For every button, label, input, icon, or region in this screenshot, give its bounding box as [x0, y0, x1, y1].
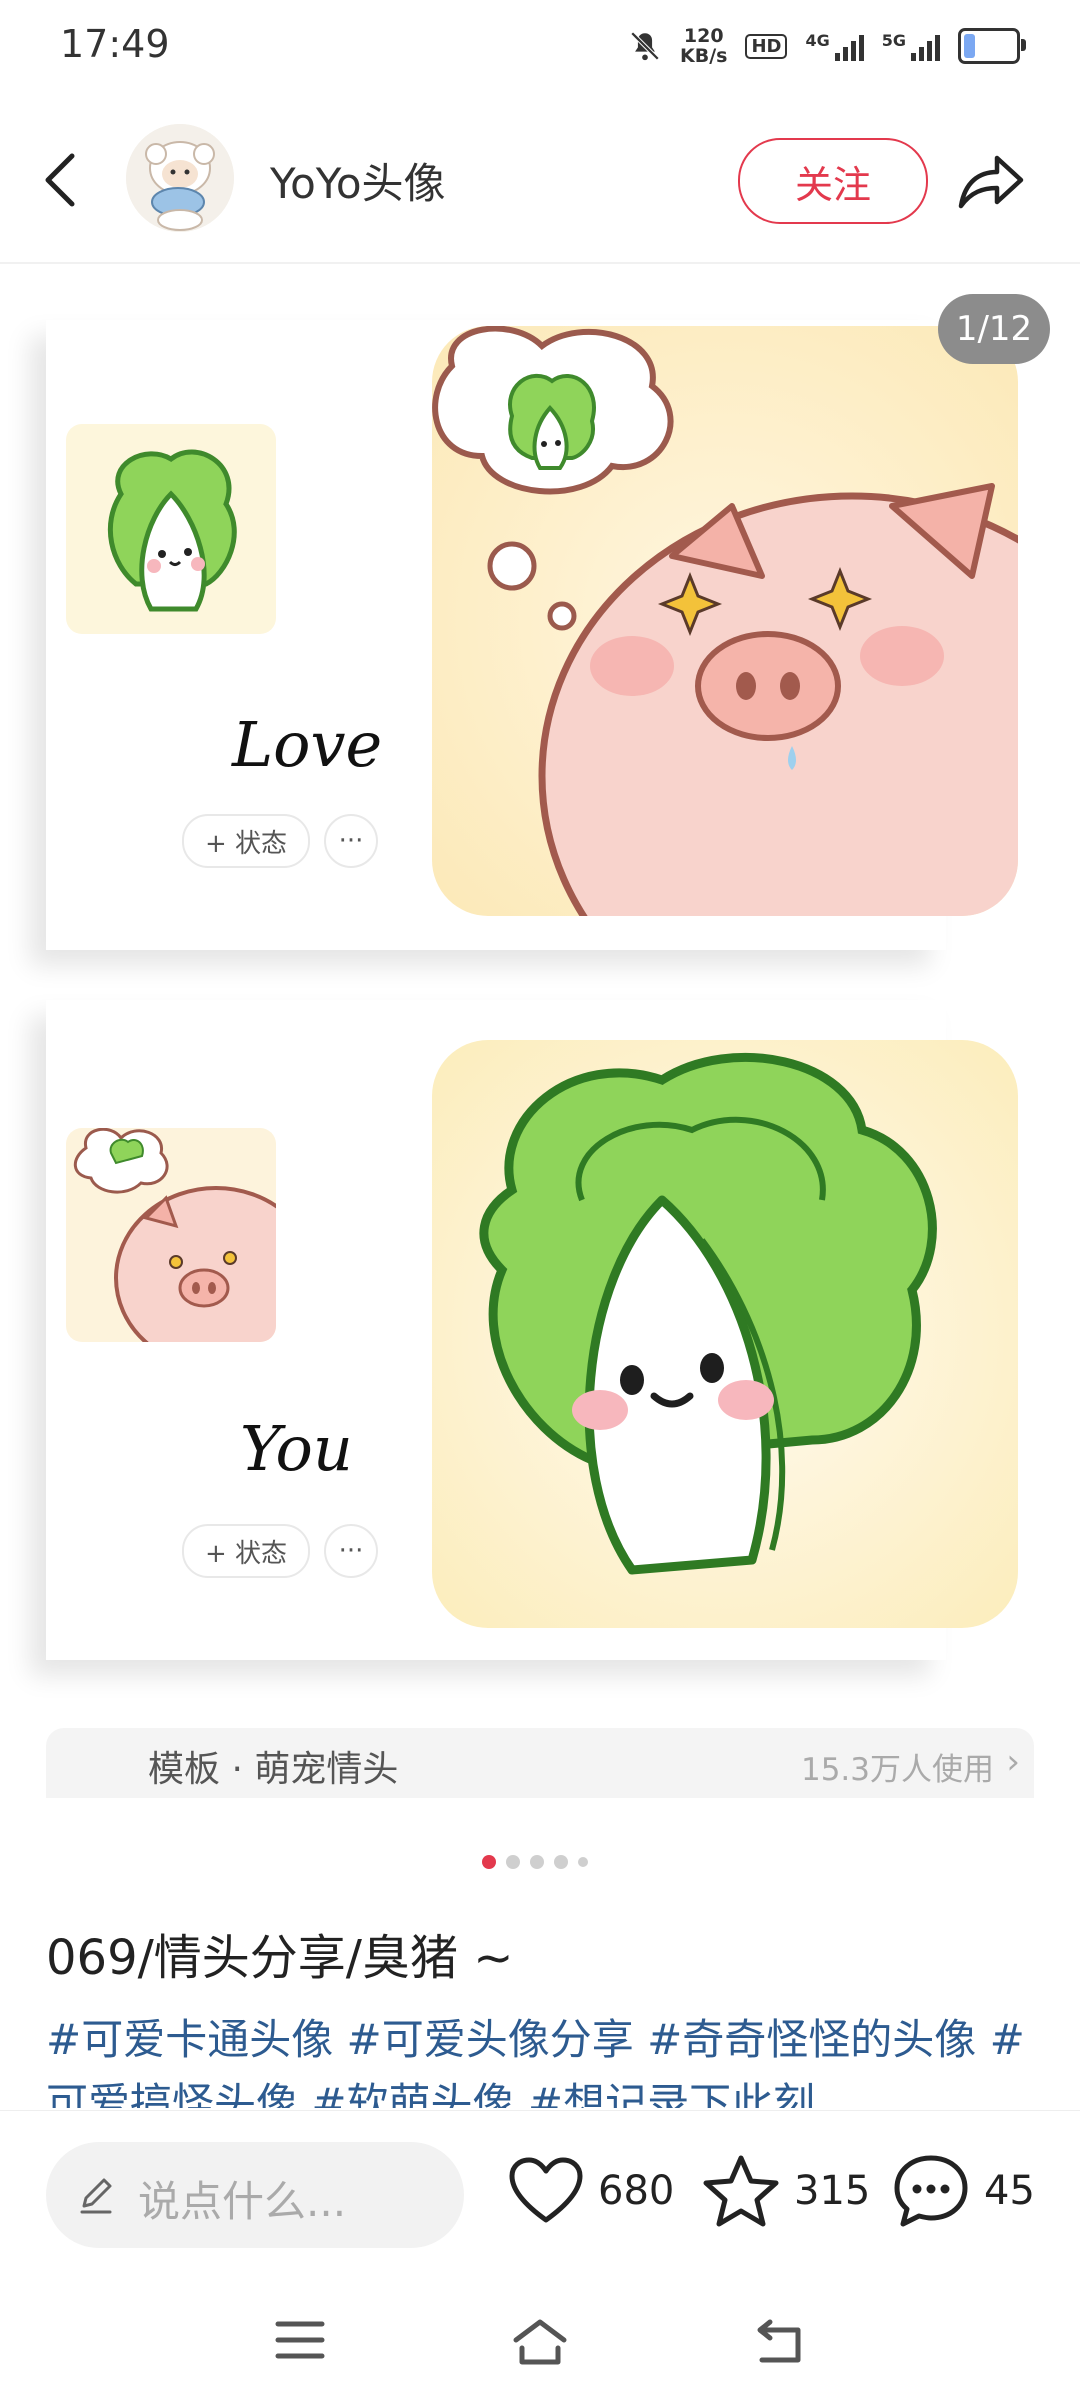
comment-placeholder: 说点什么... [138, 2177, 347, 2226]
hd-badge: HD [745, 33, 788, 59]
comment-button[interactable]: 45 [892, 2154, 1035, 2228]
like-count: 680 [598, 2168, 675, 2214]
post-image-card-1[interactable]: Love + 状态 ··· [46, 320, 1018, 950]
large-avatar-pig [432, 326, 1018, 916]
more-options-button[interactable]: ··· [324, 814, 378, 868]
pager-dot [506, 1855, 520, 1869]
signal-5g-icon: 5G [882, 31, 940, 61]
pencil-icon [80, 2178, 112, 2214]
template-bar[interactable]: 模板 · 萌宠情头 15.3万人使用 › [46, 1728, 1034, 1798]
image-counter: 1/12 [938, 294, 1050, 364]
mute-bell-icon [630, 31, 660, 61]
pager-dot [482, 1855, 496, 1869]
favorite-count: 315 [794, 2168, 871, 2214]
chat-bubble-icon [894, 2155, 968, 2227]
comment-count: 45 [984, 2168, 1035, 2214]
home-icon[interactable] [510, 2318, 570, 2366]
template-name: 模板 · 萌宠情头 [148, 1749, 399, 1790]
chevron-right-icon: › [1006, 1742, 1020, 1782]
post-tags[interactable]: #可爱卡通头像 #可爱头像分享 #奇奇怪怪的头像 #可爱搞怪头像 #软萌头像 #… [46, 2008, 1036, 2108]
small-avatar-pig [66, 1128, 276, 1342]
header-divider [0, 262, 1080, 264]
carousel-pager [482, 1855, 588, 1869]
post-image-card-2[interactable]: You + 状态 ··· [46, 1000, 1018, 1660]
follow-button[interactable]: 关注 [738, 138, 928, 224]
net-speed: 120 KB/s [679, 25, 728, 67]
menu-icon[interactable] [274, 2318, 326, 2362]
star-icon [703, 2155, 779, 2227]
card-caption: You [240, 1412, 353, 1485]
template-usage-count: 15.3万人使用 [800, 1752, 994, 1788]
add-status-button[interactable]: + 状态 [182, 814, 310, 868]
author-name[interactable]: YoYo头像 [270, 150, 446, 211]
large-avatar-cabbage [432, 1040, 1018, 1628]
signal-4g-icon: 4G [805, 31, 864, 61]
pager-dot [578, 1857, 588, 1867]
status-time: 17:49 [60, 22, 170, 66]
post-title: 069/情头分享/臭猪 ~ [46, 1930, 514, 1986]
comment-input[interactable]: 说点什么... [46, 2142, 464, 2248]
like-button[interactable]: 680 [508, 2156, 674, 2226]
card-caption: Love [232, 708, 383, 781]
small-avatar-cabbage [66, 424, 276, 634]
author-avatar[interactable] [126, 124, 234, 232]
battery-icon [958, 28, 1026, 64]
share-icon[interactable] [955, 148, 1027, 212]
heart-icon [509, 2157, 583, 2223]
return-icon[interactable] [754, 2318, 806, 2366]
status-icons: 120 KB/s HD 4G 5G [628, 25, 1026, 67]
pager-dot [554, 1855, 568, 1869]
favorite-button[interactable]: 315 [702, 2154, 870, 2228]
add-status-button[interactable]: + 状态 [182, 1524, 310, 1578]
more-options-button[interactable]: ··· [324, 1524, 378, 1578]
pager-dot [530, 1855, 544, 1869]
back-arrow-icon[interactable] [40, 150, 80, 210]
